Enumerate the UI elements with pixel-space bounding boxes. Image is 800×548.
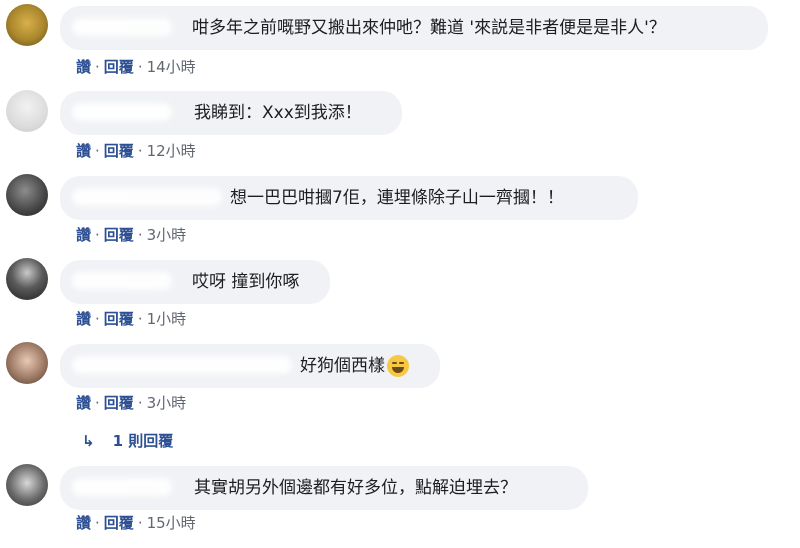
timestamp[interactable]: 1小時: [147, 310, 187, 328]
comment-bubble: 哎呀 撞到你啄: [60, 260, 330, 304]
separator-dot: ·: [137, 310, 143, 328]
like-link[interactable]: 讚: [76, 226, 91, 244]
reply-link[interactable]: 回覆: [104, 394, 134, 412]
separator-dot: ·: [137, 394, 143, 412]
comment-actions: 讚 · 回覆 · 3小時: [76, 392, 186, 413]
separator-dot: ·: [137, 58, 143, 76]
comment-actions: 讚 · 回覆 · 3小時: [76, 224, 186, 245]
reply-link[interactable]: 回覆: [104, 58, 134, 76]
like-link[interactable]: 讚: [76, 394, 91, 412]
separator-dot: ·: [95, 514, 100, 532]
comment-actions: 讚 · 回覆 · 15小時: [76, 512, 196, 533]
author-name-redacted: [72, 188, 222, 206]
reply-link[interactable]: 回覆: [104, 310, 134, 328]
like-link[interactable]: 讚: [76, 310, 91, 328]
comment-text: 想一巴巴咁摑7佢，連埋條除子山一齊摑！！: [230, 188, 564, 208]
separator-dot: ·: [137, 142, 143, 160]
author-name-redacted: [72, 103, 172, 121]
reply-arrow-icon: ↳: [82, 432, 95, 450]
reply-link[interactable]: 回覆: [104, 142, 134, 160]
comment-bubble: 好狗個西樣: [60, 344, 440, 388]
like-link[interactable]: 讚: [76, 142, 91, 160]
comment-bubble: 我睇到：Xxx到我添！: [60, 91, 402, 135]
comment-bubble: 其實胡另外個邊都有好多位，點解迫埋去？: [60, 466, 588, 510]
timestamp[interactable]: 3小時: [147, 394, 187, 412]
comment-actions: 讚 · 回覆 · 12小時: [76, 140, 196, 161]
comment-text: 我睇到：Xxx到我添！: [194, 103, 362, 123]
separator-dot: ·: [137, 514, 143, 532]
comment-bubble: 想一巴巴咁摑7佢，連埋條除子山一齊摑！！: [60, 176, 638, 220]
avatar[interactable]: [6, 342, 48, 384]
author-name-redacted: [72, 272, 172, 290]
view-replies-link[interactable]: ↳ 1 則回覆: [82, 430, 173, 451]
author-name-redacted: [72, 18, 172, 36]
comment-actions: 讚 · 回覆 · 1小時: [76, 308, 186, 329]
timestamp[interactable]: 3小時: [147, 226, 187, 244]
timestamp[interactable]: 12小時: [147, 142, 196, 160]
timestamp[interactable]: 14小時: [147, 58, 196, 76]
avatar[interactable]: [6, 90, 48, 132]
comment-actions: 讚 · 回覆 · 14小時: [76, 56, 196, 77]
separator-dot: ·: [95, 226, 100, 244]
reply-link[interactable]: 回覆: [104, 514, 134, 532]
comment-text-content: 好狗個西樣: [300, 356, 385, 376]
separator-dot: ·: [95, 58, 100, 76]
comment-text: 咁多年之前嘅野又搬出來仲吔？難道 '來説是非者便是是非人'？: [192, 18, 666, 38]
comment-text: 好狗個西樣: [300, 344, 409, 388]
author-name-redacted: [72, 356, 292, 374]
comment-text: 其實胡另外個邊都有好多位，點解迫埋去？: [194, 478, 517, 498]
like-link[interactable]: 讚: [76, 514, 91, 532]
comment-text: 哎呀 撞到你啄: [192, 272, 300, 292]
author-name-redacted: [72, 478, 172, 496]
separator-dot: ·: [137, 226, 143, 244]
avatar[interactable]: [6, 258, 48, 300]
reply-link[interactable]: 回覆: [104, 226, 134, 244]
avatar[interactable]: [6, 174, 48, 216]
avatar[interactable]: [6, 464, 48, 506]
separator-dot: ·: [95, 310, 100, 328]
like-link[interactable]: 讚: [76, 58, 91, 76]
timestamp[interactable]: 15小時: [147, 514, 196, 532]
comment-bubble: 咁多年之前嘅野又搬出來仲吔？難道 '來説是非者便是是非人'？: [60, 6, 768, 50]
replies-count-label[interactable]: 1 則回覆: [113, 432, 174, 450]
separator-dot: ·: [95, 394, 100, 412]
avatar[interactable]: [6, 4, 48, 46]
separator-dot: ·: [95, 142, 100, 160]
grinning-sweat-emoji-icon: [387, 355, 409, 377]
